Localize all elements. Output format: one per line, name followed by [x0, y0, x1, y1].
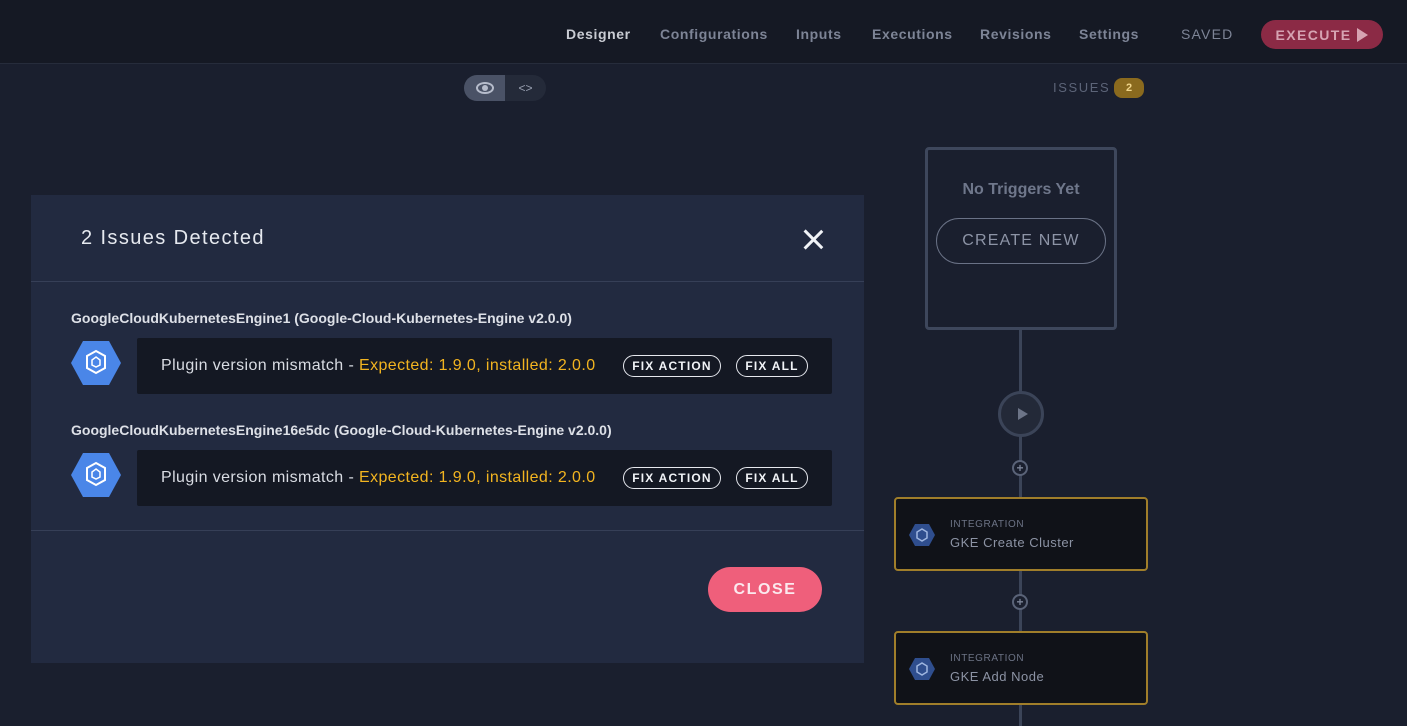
- issue-row: Plugin version mismatch - Expected: 1.9.…: [137, 338, 832, 394]
- node-name: GKE Create Cluster: [950, 535, 1074, 550]
- modal-header: 2 Issues Detected: [31, 195, 864, 282]
- issue-group-title: GoogleCloudKubernetesEngine1 (Google-Clo…: [71, 310, 572, 326]
- fix-action-button[interactable]: FIX ACTION: [623, 467, 721, 489]
- issue-text: Plugin version mismatch -: [161, 469, 360, 486]
- modal-divider: [31, 530, 864, 531]
- add-step-button[interactable]: +: [1012, 594, 1028, 610]
- execute-button[interactable]: EXECUTE: [1261, 20, 1383, 49]
- visual-view-toggle[interactable]: [464, 75, 505, 101]
- gke-hexagon-icon: [909, 524, 935, 546]
- close-icon[interactable]: [801, 228, 825, 252]
- fix-all-button[interactable]: FIX ALL: [736, 355, 808, 377]
- tab-executions[interactable]: Executions: [872, 26, 953, 42]
- execute-label: EXECUTE: [1275, 26, 1352, 43]
- node-kind: INTEGRATION: [950, 519, 1025, 530]
- issue-message: Plugin version mismatch - Expected: 1.9.…: [161, 357, 596, 375]
- tab-inputs[interactable]: Inputs: [796, 26, 842, 42]
- issues-label[interactable]: ISSUES: [1053, 80, 1110, 95]
- tab-settings[interactable]: Settings: [1079, 26, 1139, 42]
- play-icon: [1357, 27, 1369, 42]
- trigger-title: No Triggers Yet: [962, 181, 1080, 198]
- close-button[interactable]: CLOSE: [708, 567, 822, 612]
- tab-revisions[interactable]: Revisions: [980, 26, 1052, 42]
- node-name: GKE Add Node: [950, 669, 1045, 684]
- play-icon: [1017, 408, 1028, 420]
- issue-text: Plugin version mismatch -: [161, 357, 360, 374]
- create-trigger-button[interactable]: CREATE NEW: [936, 218, 1106, 264]
- tab-configurations[interactable]: Configurations: [660, 26, 768, 42]
- plus-icon: +: [1016, 595, 1024, 609]
- gke-hexagon-icon: [71, 341, 121, 385]
- issue-detail: Expected: 1.9.0, installed: 2.0.0: [359, 469, 596, 486]
- top-nav-bar: Designer Configurations Inputs Execution…: [0, 0, 1407, 64]
- issue-group-title: GoogleCloudKubernetesEngine16e5dc (Googl…: [71, 422, 612, 438]
- fix-action-button[interactable]: FIX ACTION: [623, 355, 721, 377]
- integration-node[interactable]: INTEGRATION GKE Create Cluster: [894, 497, 1148, 571]
- issue-message: Plugin version mismatch - Expected: 1.9.…: [161, 469, 596, 487]
- trigger-panel: No Triggers Yet CREATE NEW: [925, 147, 1117, 330]
- integration-node[interactable]: INTEGRATION GKE Add Node: [894, 631, 1148, 705]
- gke-hexagon-icon: [909, 658, 935, 680]
- gke-hexagon-icon: [71, 453, 121, 497]
- fix-all-button[interactable]: FIX ALL: [736, 467, 808, 489]
- code-view-toggle[interactable]: <>: [505, 75, 546, 101]
- issues-count-badge[interactable]: 2: [1114, 78, 1144, 98]
- node-kind: INTEGRATION: [950, 653, 1025, 664]
- flow-connector: [1019, 330, 1022, 392]
- issue-detail: Expected: 1.9.0, installed: 2.0.0: [359, 357, 596, 374]
- start-node[interactable]: [998, 391, 1044, 437]
- flow-connector: [1019, 704, 1022, 726]
- modal-title: 2 Issues Detected: [81, 227, 265, 249]
- plus-icon: +: [1016, 461, 1024, 475]
- issue-row: Plugin version mismatch - Expected: 1.9.…: [137, 450, 832, 506]
- tab-designer[interactable]: Designer: [566, 26, 631, 42]
- saved-status: SAVED: [1181, 26, 1234, 42]
- add-step-button[interactable]: +: [1012, 460, 1028, 476]
- code-icon: <>: [518, 81, 533, 95]
- eye-icon: [475, 82, 494, 94]
- issues-modal: 2 Issues Detected GoogleCloudKubernetesE…: [31, 195, 864, 663]
- view-toggle: <>: [464, 75, 546, 101]
